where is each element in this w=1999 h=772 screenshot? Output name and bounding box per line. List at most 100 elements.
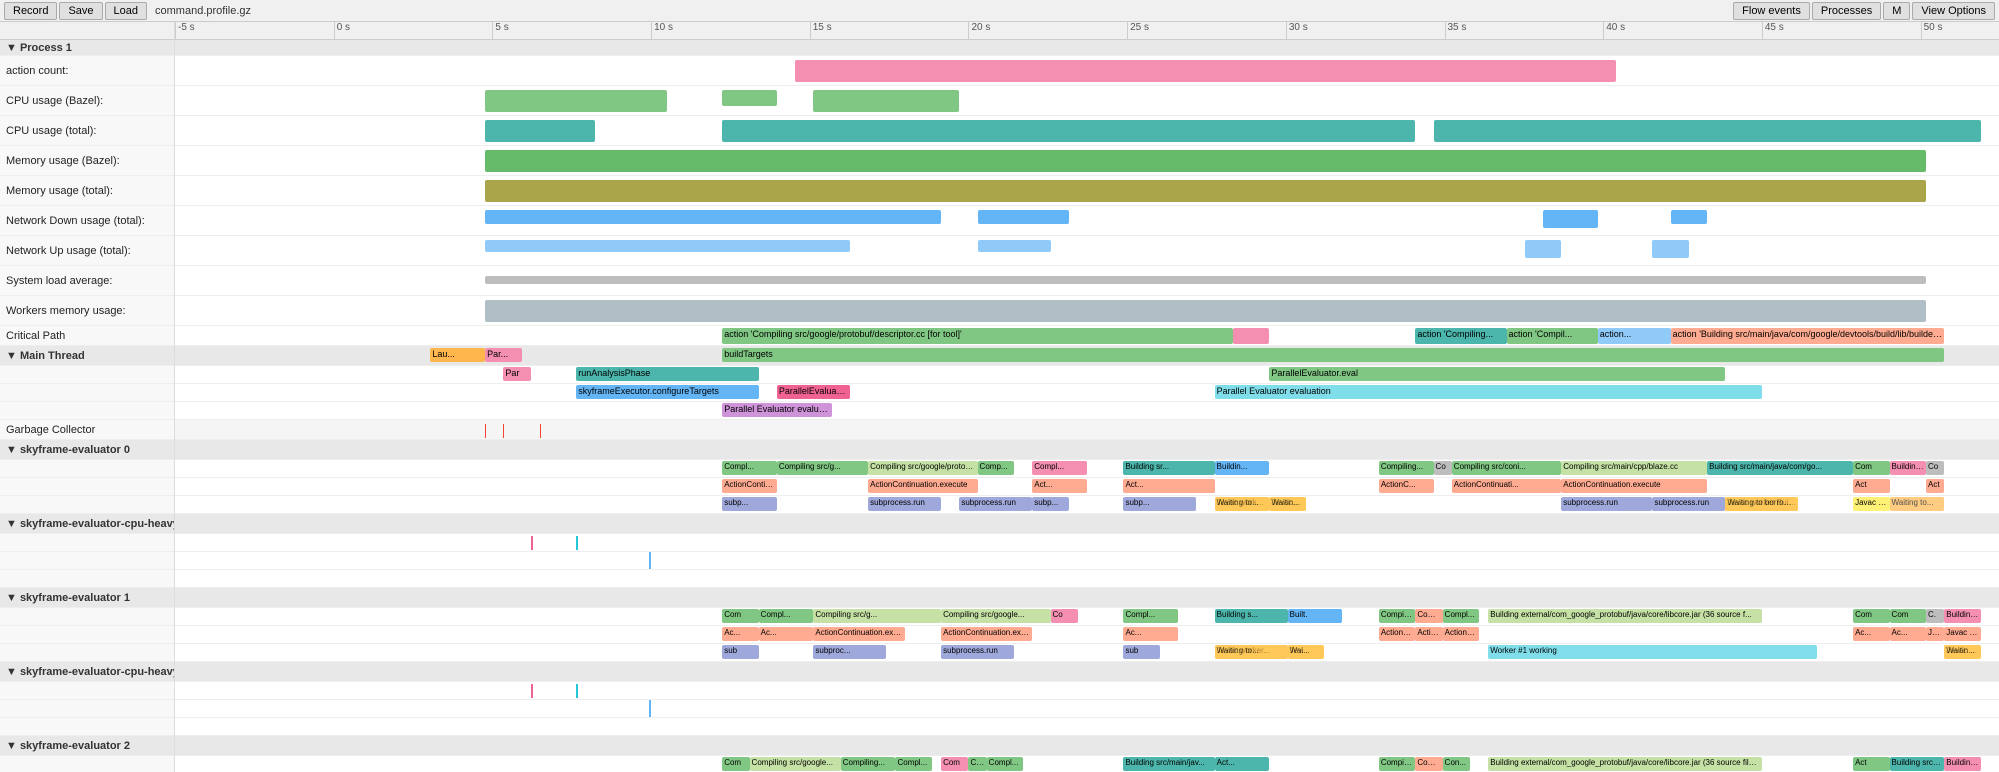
se0-action-execute[interactable]: ActionContinuation.execute — [1561, 479, 1707, 493]
se1-compling-1[interactable]: Compiling... — [1379, 609, 1415, 623]
se0-co[interactable]: Co — [1434, 461, 1452, 475]
se0-waiting-end[interactable]: Waiting to... — [1890, 497, 1945, 511]
se1-building-external[interactable]: Building external/com_google_protobuf/ja… — [1488, 609, 1762, 623]
se1-worker1[interactable]: Worker #1 working — [1488, 645, 1816, 659]
se0-compiling-cpp[interactable]: Compiling src/main/cpp/blaze.cc — [1561, 461, 1707, 475]
system-load-bar[interactable] — [485, 276, 1926, 284]
se1-subproc-1[interactable]: subproc... — [813, 645, 886, 659]
se0-action-cont-2[interactable]: ActionContinuation.execute — [868, 479, 977, 493]
network-up-bar-1[interactable] — [485, 240, 850, 252]
cpu-total-bar-3[interactable] — [1434, 120, 1981, 142]
se1-actionc-2[interactable]: ActionC... — [1415, 627, 1442, 641]
critical-path-bar-4[interactable]: action 'Compil... — [1507, 328, 1598, 344]
view-options-button[interactable]: View Options — [1912, 2, 1995, 20]
memory-total-bar[interactable] — [485, 180, 1926, 202]
se2-com2[interactable]: Com — [941, 757, 968, 771]
mt-skyframe-configure[interactable]: skyframeExecutor.configureTargets — [576, 385, 758, 399]
se0-subp-1[interactable]: subp... — [722, 497, 777, 511]
se1-ac2[interactable]: Ac... — [759, 627, 814, 641]
se1-ac2-end[interactable]: Ac... — [1890, 627, 1926, 641]
se1-ac3-end[interactable]: Javac wor... — [1944, 627, 1980, 641]
se2-act-end[interactable]: Act — [1853, 757, 1889, 771]
load-button[interactable]: Load — [105, 2, 147, 20]
se0-compiling2[interactable]: Compiling... — [1379, 461, 1434, 475]
process1-label[interactable]: ▼ Process 1 — [0, 40, 174, 56]
critical-path-bar-5[interactable]: action... — [1598, 328, 1671, 344]
se1-ac-end[interactable]: Ac... — [1853, 627, 1889, 641]
se2-compling-1[interactable]: Compiling... — [1379, 757, 1415, 771]
workers-memory-bar[interactable] — [485, 300, 1926, 322]
se1-building-s[interactable]: Building s... — [1215, 609, 1288, 623]
processes-button[interactable]: Processes — [1812, 2, 1881, 20]
action-count-bar-1[interactable] — [795, 60, 1616, 82]
se1-com2-end[interactable]: Com — [1890, 609, 1926, 623]
cpu-total-bar-2[interactable] — [722, 120, 1415, 142]
skyframe-evaluator-2-label[interactable]: ▼ skyframe-evaluator 2 — [0, 736, 174, 756]
se0-subprocess-run-4[interactable]: subprocess.run — [1652, 497, 1725, 511]
network-up-bar-2[interactable] — [978, 240, 1051, 252]
se0-action-cont-1[interactable]: ActionContinuati... — [722, 479, 777, 493]
se0-comp2[interactable]: Comp... — [978, 461, 1014, 475]
se1-building-end[interactable]: Building... — [1944, 609, 1980, 623]
se0-waiting-2[interactable]: Waiting to borrow worker — [1725, 497, 1798, 511]
se1-subproc-run-1[interactable]: subprocess.run — [941, 645, 1014, 659]
cpu-bazel-bar-1[interactable] — [485, 90, 667, 112]
critical-path-bar-3[interactable]: action 'Compiling... — [1415, 328, 1506, 344]
se2-act[interactable]: Act... — [1215, 757, 1270, 771]
record-button[interactable]: Record — [4, 2, 57, 20]
network-down-bar-2[interactable] — [978, 210, 1069, 224]
skyframe-evaluator-1-label[interactable]: ▼ skyframe-evaluator 1 — [0, 588, 174, 608]
se0-compiling-google[interactable]: Compiling src/google/protobuf/general... — [868, 461, 977, 475]
mt-par[interactable]: Par... — [485, 348, 521, 362]
se1-co[interactable]: Co — [1051, 609, 1078, 623]
flow-events-button[interactable]: Flow events — [1733, 2, 1810, 20]
se0-action-cont-3[interactable]: ActionContinuati... — [1452, 479, 1561, 493]
se2-compl-3[interactable]: Compl... — [1415, 757, 1442, 771]
se2-compiling-google[interactable]: Compiling src/google... — [750, 757, 841, 771]
se0-act-end[interactable]: Act — [1853, 479, 1889, 493]
se0-building-end[interactable]: Building src... — [1890, 461, 1926, 475]
critical-path-bar-6[interactable]: action 'Building src/main/java/com/googl… — [1671, 328, 1945, 344]
se0-buildin[interactable]: Buildin... — [1215, 461, 1270, 475]
main-thread-label[interactable]: ▼ Main Thread — [0, 346, 174, 366]
skyframe-evaluator-cpu-heavy-1-label[interactable]: ▼ skyframe-evaluator-cpu-heavy- — [0, 662, 174, 682]
mt-parallel-eval-full[interactable]: Parallel Evaluator evaluation — [1215, 385, 1762, 399]
se2-compl2[interactable]: Compl... — [987, 757, 1023, 771]
se0-subp-3[interactable]: subp... — [1123, 497, 1196, 511]
se1-wai[interactable]: Wai... — [1288, 645, 1324, 659]
se0-subprocess-run-2[interactable]: subprocess.run — [959, 497, 1032, 511]
se2-con[interactable]: Con... — [1443, 757, 1470, 771]
se1-com[interactable]: Com — [722, 609, 758, 623]
se1-sub2[interactable]: sub — [1123, 645, 1159, 659]
se1-compiling-src[interactable]: Compiling src/g... — [813, 609, 941, 623]
se1-compl-4[interactable]: Compl... — [1443, 609, 1479, 623]
network-up-bar-4[interactable] — [1652, 240, 1688, 258]
cpu-total-bar-1[interactable] — [485, 120, 594, 142]
critical-path-bar-2[interactable] — [1233, 328, 1269, 344]
se1-action-cont-1[interactable]: ActionContinuation.execute — [813, 627, 904, 641]
se1-jai[interactable]: Jac... — [1926, 627, 1944, 641]
mt-run-analysis[interactable]: runAnalysisPhase — [576, 367, 758, 381]
se1-compl-3[interactable]: Compl... — [1415, 609, 1442, 623]
mt-par2[interactable]: Par — [503, 367, 530, 381]
se1-com-end[interactable]: Com — [1853, 609, 1889, 623]
memory-bazel-bar[interactable] — [485, 150, 1926, 172]
se0-waiting-1[interactable]: Waiting to... — [1215, 497, 1270, 511]
se0-compiling-src[interactable]: Compiling src/g... — [777, 461, 868, 475]
se0-javac-end[interactable]: Javac wor... — [1853, 497, 1889, 511]
se0-act-1[interactable]: Act... — [1032, 479, 1087, 493]
se0-actionc-1[interactable]: ActionC... — [1379, 479, 1434, 493]
se0-subprocess-run-3[interactable]: subprocess.run — [1561, 497, 1652, 511]
cpu-bazel-bar-2[interactable] — [722, 90, 777, 106]
se1-compl-1[interactable]: Compl... — [759, 609, 814, 623]
se1-action-cont-2[interactable]: ActionContinuation.execute — [941, 627, 1032, 641]
mt-lau[interactable]: Lau... — [430, 348, 485, 362]
se2-building-end[interactable]: Building... — [1944, 757, 1980, 771]
se1-actionc-3[interactable]: ActionC... — [1443, 627, 1479, 641]
se2-compl[interactable]: Compl... — [895, 757, 931, 771]
se1-waitin-end[interactable]: Waitin... — [1944, 645, 1980, 659]
se0-waitin[interactable]: Waitin... — [1269, 497, 1305, 511]
se2-compiling-2[interactable]: Compiling... — [841, 757, 896, 771]
m-button[interactable]: M — [1883, 2, 1910, 20]
se0-compl2[interactable]: Compl... — [1032, 461, 1087, 475]
